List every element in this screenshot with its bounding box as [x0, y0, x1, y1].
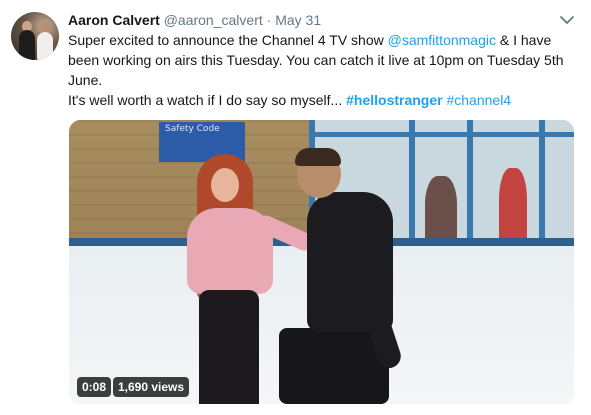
- tweet-paragraph: It's well worth a watch if I do say so m…: [68, 90, 573, 110]
- video-scene-sign-text: Safety Code: [165, 124, 220, 134]
- hashtag-link[interactable]: #hellostranger: [346, 92, 442, 108]
- video-player[interactable]: Safety Code 0:08 1,690 views: [69, 120, 574, 404]
- tweet-date[interactable]: May 31: [275, 12, 321, 28]
- window-frame: [539, 120, 545, 248]
- avatar[interactable]: [11, 12, 59, 60]
- chevron-down-icon[interactable]: [558, 12, 576, 28]
- tweet-paragraph: Super excited to announce the Channel 4 …: [68, 30, 573, 90]
- hashtag-link[interactable]: #channel4: [446, 92, 511, 108]
- video-scene-bystander: [499, 168, 527, 246]
- video-duration-badge: 0:08: [77, 377, 112, 397]
- author-name[interactable]: Aaron Calvert: [68, 12, 160, 28]
- tweet-text: Super excited to announce the Channel 4 …: [68, 30, 573, 110]
- video-scene-bystander: [425, 176, 457, 246]
- video-scene-woman-face: [211, 168, 239, 202]
- window-frame: [309, 132, 574, 137]
- video-scene-man-hair: [295, 148, 341, 166]
- tweet-card: Aaron Calvert @aaron_calvert · May 31 Su…: [0, 0, 591, 415]
- avatar-person-body: [19, 30, 35, 60]
- video-scene-woman-legs: [199, 290, 259, 404]
- tweet-text-segment: It's well worth a watch if I do say so m…: [68, 92, 347, 108]
- tweet-text-segment: Super excited to announce the Channel 4 …: [68, 32, 388, 48]
- tweet-header: Aaron Calvert @aaron_calvert · May 31: [68, 11, 321, 29]
- author-handle[interactable]: @aaron_calvert: [164, 12, 263, 28]
- window-frame: [409, 120, 415, 248]
- avatar-person-body: [37, 32, 53, 60]
- meta-separator: ·: [266, 12, 272, 28]
- mention-link[interactable]: @samfittonmagic: [388, 32, 496, 48]
- window-frame: [467, 120, 473, 248]
- video-views-badge: 1,690 views: [113, 377, 190, 397]
